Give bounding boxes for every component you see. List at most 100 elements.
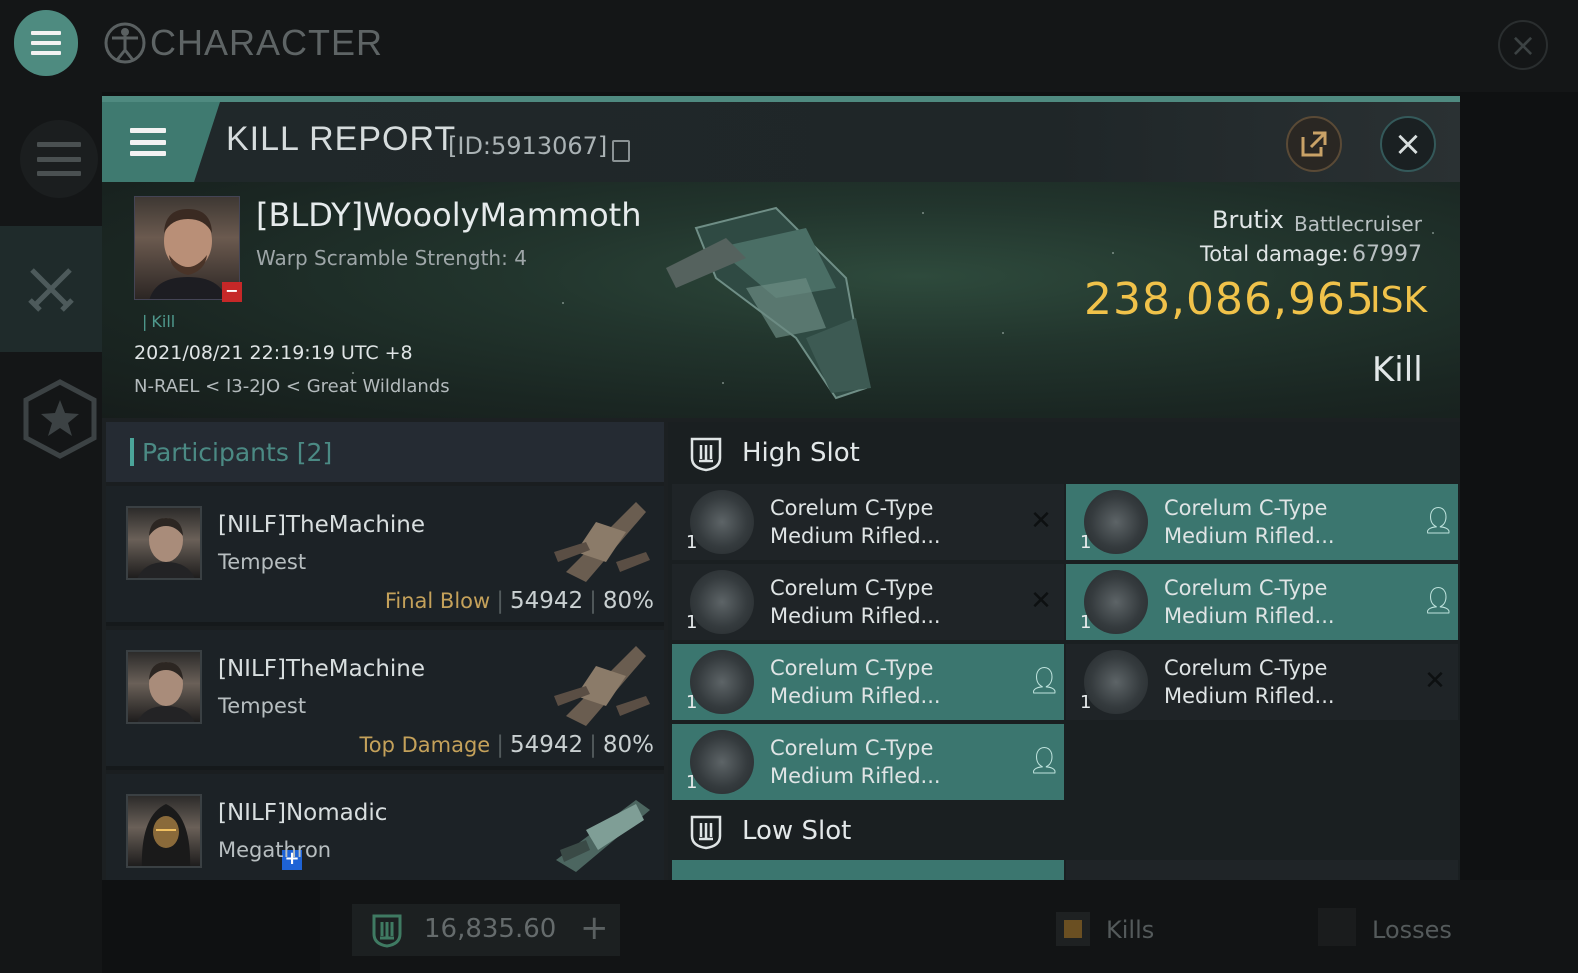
module-item[interactable]: 1 Corelum C-Type Medium Rifled... 👤︎ (672, 724, 1064, 800)
participant-stats: Final Blow | 54942 | 80% (384, 588, 654, 614)
sidebar-menu-button[interactable] (20, 120, 98, 198)
victim-ship-image (666, 206, 871, 400)
character-icon (104, 22, 146, 64)
participant-portrait[interactable] (126, 506, 202, 580)
close-icon[interactable]: × (1498, 20, 1548, 70)
pilot-portrait-image (137, 518, 195, 578)
participant-percent: 80% (602, 732, 654, 758)
low-slot-header: Low Slot (668, 800, 1460, 862)
participant-ship-image (556, 800, 650, 872)
participant-row[interactable]: [NILF]TheMachine Tempest Top Damage | 5494… (106, 630, 664, 770)
participant-stats: Top Damage | 54942 | 80% (359, 732, 654, 758)
total-damage-value: 67997 (1352, 242, 1422, 267)
module-item[interactable]: 1 Corelum C-Type Medium Rifled... 👤︎ (1066, 564, 1458, 640)
module-name-detail: Medium Rifled... (1164, 604, 1335, 628)
external-link-icon (1301, 131, 1327, 157)
total-damage-label: Total damage: (1200, 242, 1349, 266)
turret-icon (1084, 570, 1148, 634)
main-menu-button[interactable] (14, 10, 78, 76)
losses-checkbox[interactable] (1318, 908, 1356, 946)
participants-panel: Participants [2] [NILF]TheMachine Tempes… (106, 422, 664, 880)
participant-name[interactable]: [NILF]TheMachine (218, 656, 425, 682)
participant-row[interactable]: + [NILF]Nomadic Megathron (106, 774, 664, 880)
destroyed-icon: ✕ (1424, 666, 1446, 696)
module-quantity: 1 (686, 692, 698, 713)
victim-banner: − [BLDY]WooolyMammoth Warp Scramble Stre… (102, 182, 1460, 418)
module-quantity: 1 (686, 772, 698, 793)
module-name: Corelum C-Type (770, 656, 934, 680)
module-name-detail: Medium Rifled... (770, 604, 941, 628)
close-button[interactable]: × (1380, 116, 1436, 172)
left-sidebar (0, 92, 102, 973)
high-slot-title: High Slot (742, 438, 860, 468)
hamburger-icon (31, 31, 61, 55)
module-item-partial[interactable] (672, 860, 1064, 880)
sidebar-item-combat[interactable] (0, 226, 102, 352)
turret-icon (690, 650, 754, 714)
module-item[interactable]: 1 Corelum C-Type Medium Rifled... ✕ (672, 564, 1064, 640)
kill-timestamp: 2021/08/21 22:19:19 UTC +8 (134, 342, 413, 364)
kill-report-window: KILL REPORT [ID:5913067] × − [BLDY]Woool… (102, 96, 1460, 880)
dropped-icon: 👤︎ (1422, 586, 1456, 616)
pilot-portrait-image (137, 662, 195, 722)
kill-location[interactable]: N-RAEL < I3-2JO < Great Wildlands (134, 376, 450, 397)
module-name: Corelum C-Type (1164, 576, 1328, 600)
module-item-partial[interactable] (1066, 860, 1458, 880)
destroyed-icon: ✕ (1030, 586, 1052, 616)
high-slot-header: High Slot (668, 422, 1460, 484)
victim-name[interactable]: [BLDY]WooolyMammoth (256, 196, 641, 234)
module-name: Corelum C-Type (1164, 656, 1328, 680)
participant-name[interactable]: [NILF]TheMachine (218, 512, 425, 538)
result-label: Kill (1372, 350, 1423, 390)
module-quantity: 1 (686, 612, 698, 633)
participant-row[interactable]: [NILF]TheMachine Tempest Final Blow | 5494… (106, 486, 664, 626)
copy-icon[interactable] (612, 140, 630, 162)
module-item[interactable]: 1 Corelum C-Type Medium Rifled... 👤︎ (1066, 484, 1458, 560)
module-name: Corelum C-Type (770, 736, 934, 760)
dropped-icon: 👤︎ (1028, 666, 1062, 696)
module-name: Corelum C-Type (770, 576, 934, 600)
module-quantity: 1 (1080, 532, 1092, 553)
kills-checkbox-fill (1064, 920, 1082, 938)
warp-scramble-strength: Warp Scramble Strength: 4 (256, 246, 527, 270)
module-quantity: 1 (686, 532, 698, 553)
module-name: Corelum C-Type (770, 496, 934, 520)
losses-tab[interactable]: Losses (1372, 916, 1452, 944)
window-title: KILL REPORT (226, 120, 457, 158)
participant-portrait[interactable] (126, 794, 202, 868)
victim-ship-class: Battlecruiser (1294, 212, 1422, 236)
participants-accent-bar (130, 438, 134, 466)
final-blow-tag: Final Blow (384, 589, 491, 613)
dropped-icon: 👤︎ (1028, 746, 1062, 776)
kills-tab[interactable]: Kills (1106, 916, 1154, 944)
isk-balance: 16,835.60 (424, 914, 557, 944)
kill-tag: ❘Kill (138, 312, 176, 331)
sidebar-item-favorites[interactable] (22, 378, 98, 460)
participant-ship-image (554, 502, 650, 582)
low-slot-icon (690, 815, 722, 850)
participant-ship: Tempest (218, 694, 307, 718)
participants-title: Participants [2] (142, 438, 333, 467)
module-name-detail: Medium Rifled... (1164, 684, 1335, 708)
participant-name[interactable]: [NILF]Nomadic (218, 800, 387, 826)
participant-damage: 54942 (509, 588, 584, 614)
turret-icon (690, 570, 754, 634)
low-slot-title: Low Slot (742, 816, 852, 846)
share-button[interactable] (1286, 116, 1342, 172)
high-slot-icon (690, 437, 722, 472)
module-item[interactable]: 1 Corelum C-Type Medium Rifled... ✕ (1066, 644, 1458, 720)
module-item[interactable]: 1 Corelum C-Type Medium Rifled... 👤︎ (672, 644, 1064, 720)
dropped-icon: 👤︎ (1422, 506, 1456, 536)
isk-unit: ISK (1370, 280, 1428, 321)
top-damage-tag: Top Damage (359, 733, 491, 757)
participant-portrait[interactable] (126, 650, 202, 724)
module-item[interactable]: 1 Corelum C-Type Medium Rifled... ✕ (672, 484, 1064, 560)
victim-ship-name[interactable]: Brutix (1212, 206, 1284, 234)
participant-ship-image (554, 646, 650, 726)
add-isk-button[interactable]: + (580, 908, 609, 948)
participant-ship: Tempest (218, 550, 307, 574)
fittings-panel: High Slot 1 Corelum C-Type Medium Rifled… (668, 422, 1460, 880)
module-name-detail: Medium Rifled... (770, 684, 941, 708)
module-name-detail: Medium Rifled... (1164, 524, 1335, 548)
module-quantity: 1 (1080, 612, 1092, 633)
